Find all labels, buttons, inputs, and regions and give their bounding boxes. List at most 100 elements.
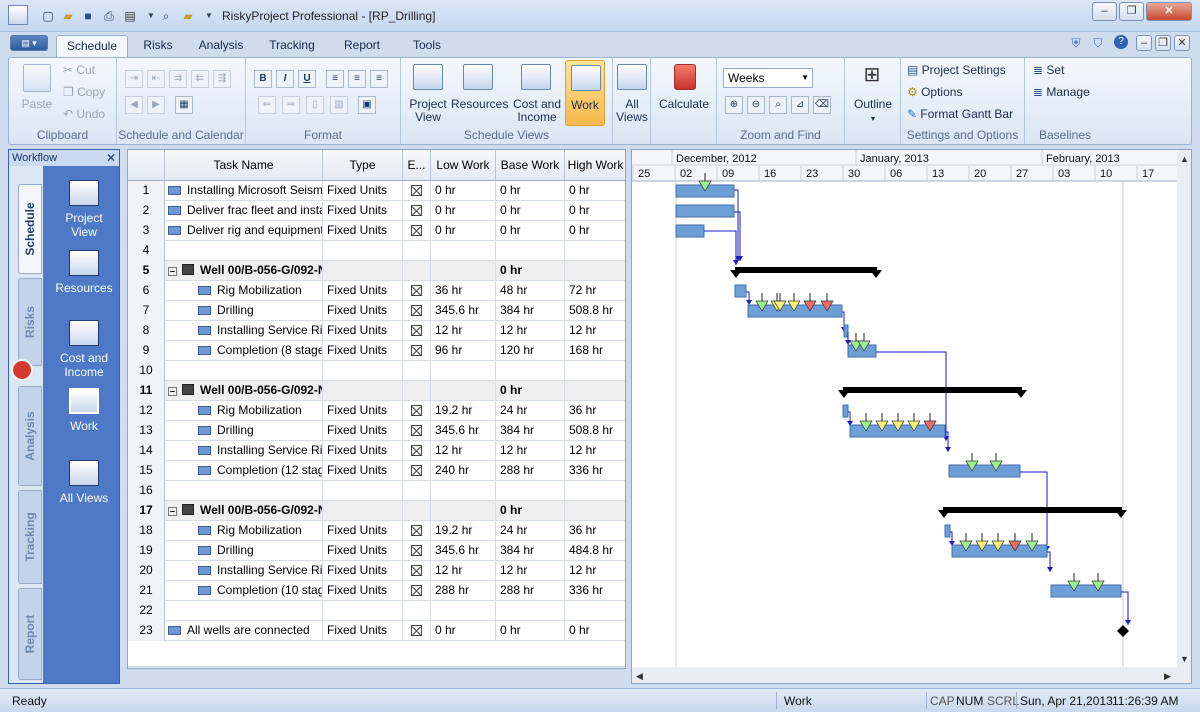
minimize-button[interactable]: – [1092, 2, 1117, 21]
checkbox-icon[interactable] [411, 525, 422, 536]
task-name-cell[interactable] [165, 241, 323, 261]
type-cell[interactable]: Fixed Units [323, 181, 403, 201]
arrow-left-icon[interactable]: ◀ [125, 96, 143, 114]
task-name-cell[interactable]: Deliver frac fleet and instal [165, 201, 323, 221]
type-cell[interactable]: Fixed Units [323, 201, 403, 221]
checkbox-icon[interactable] [411, 185, 422, 196]
base-work-cell[interactable]: 0 hr [496, 201, 565, 221]
checkbox-icon[interactable] [411, 305, 422, 316]
table-row[interactable]: 13 Drilling Fixed Units 345.6 hr 384 hr 508.8… [128, 421, 625, 441]
base-work-cell[interactable]: 12 hr [496, 321, 565, 341]
low-work-cell[interactable]: 12 hr [431, 321, 496, 341]
underline-icon[interactable]: U [298, 70, 316, 88]
summary-row[interactable]: 11– Well 00/B-056-G/092-N 0 hr [128, 381, 625, 401]
checkbox-icon[interactable] [411, 285, 422, 296]
indent-icon[interactable]: ⇥ [125, 70, 143, 88]
collapse-icon[interactable]: – [168, 267, 177, 276]
high-work-cell[interactable]: 12 hr [565, 561, 625, 581]
row-number[interactable]: 15 [128, 461, 165, 481]
row-number[interactable]: 21 [128, 581, 165, 601]
type-cell[interactable]: Fixed Units [323, 621, 403, 641]
type-cell[interactable] [323, 361, 403, 381]
table-row[interactable]: 2 Deliver frac fleet and instal Fixed Unit… [128, 201, 625, 221]
arrow-right-icon[interactable]: ▶ [147, 96, 165, 114]
task-name-cell[interactable] [165, 361, 323, 381]
table-row[interactable]: 23 All wells are connected Fixed Units 0 hr… [128, 621, 625, 641]
high-work-cell[interactable]: 508.8 hr [565, 301, 625, 321]
type-cell[interactable]: Fixed Units [323, 541, 403, 561]
high-work-cell[interactable]: 12 hr [565, 441, 625, 461]
checkbox-icon[interactable] [411, 465, 422, 476]
low-work-cell[interactable] [431, 501, 496, 521]
table-row[interactable]: 3 Deliver rig and equipment Fixed Units 0 h… [128, 221, 625, 241]
checkbox-icon[interactable] [411, 545, 422, 556]
tab-report[interactable]: Report [336, 35, 388, 57]
format-gantt-bar-button[interactable]: ✎ Format Gantt Bar [907, 108, 1013, 121]
row-number[interactable]: 22 [128, 601, 165, 621]
table-icon[interactable]: ▥ [330, 96, 348, 114]
folder-icon[interactable]: ▰ [180, 8, 196, 24]
base-work-cell[interactable]: 24 hr [496, 401, 565, 421]
tab-analysis[interactable]: Analysis [192, 35, 250, 57]
column-header-task-name[interactable]: Task Name [165, 150, 323, 181]
align-right-icon[interactable]: ≡ [370, 70, 388, 88]
task-name-cell[interactable]: Installing Service Rig [165, 561, 323, 581]
high-work-cell[interactable]: 12 hr [565, 321, 625, 341]
high-work-cell[interactable] [565, 261, 625, 281]
column-header-type[interactable]: Type [323, 150, 403, 181]
high-work-cell[interactable]: 0 hr [565, 201, 625, 221]
gantt-task-bar[interactable] [675, 204, 735, 218]
high-work-cell[interactable] [565, 501, 625, 521]
ribbon-restore-button[interactable]: ❐ [1155, 35, 1171, 51]
base-work-cell[interactable]: 24 hr [496, 521, 565, 541]
row-number[interactable]: 20 [128, 561, 165, 581]
effort-driven-cell[interactable] [403, 181, 431, 201]
low-work-cell[interactable] [431, 381, 496, 401]
vertical-scrollbar[interactable] [1177, 150, 1191, 667]
type-cell[interactable]: Fixed Units [323, 461, 403, 481]
workflow-all-views[interactable]: All Views [51, 460, 117, 505]
low-work-cell[interactable]: 240 hr [431, 461, 496, 481]
base-work-cell[interactable]: 384 hr [496, 421, 565, 441]
print-preview-icon[interactable]: ▤ [122, 8, 138, 24]
task-name-cell[interactable]: – Well 00/B-056-G/092-N [165, 501, 323, 521]
link-tasks-icon[interactable]: ⇉ [169, 70, 187, 88]
effort-driven-cell[interactable] [403, 261, 431, 281]
base-work-cell[interactable]: 12 hr [496, 441, 565, 461]
table-row[interactable]: 21 Completion (10 stage Fixed Units 288 hr 2… [128, 581, 625, 601]
low-work-cell[interactable]: 96 hr [431, 341, 496, 361]
low-work-cell[interactable] [431, 241, 496, 261]
align-center-icon[interactable]: ≡ [348, 70, 366, 88]
save-icon[interactable]: ■ [80, 8, 96, 24]
row-number[interactable]: 14 [128, 441, 165, 461]
high-work-cell[interactable]: 336 hr [565, 461, 625, 481]
eraser-icon[interactable]: ⌫ [813, 96, 831, 114]
base-work-cell[interactable] [496, 601, 565, 621]
checkbox-icon[interactable] [411, 425, 422, 436]
checkbox-icon[interactable] [411, 585, 422, 596]
calculator-icon[interactable] [11, 359, 33, 381]
checkbox-icon[interactable] [411, 445, 422, 456]
base-work-cell[interactable]: 0 hr [496, 261, 565, 281]
base-work-cell[interactable] [496, 481, 565, 501]
row-number[interactable]: 10 [128, 361, 165, 381]
cut-button[interactable]: ✂ Cut [63, 64, 95, 77]
table-row[interactable]: 19 Drilling Fixed Units 345.6 hr 384 hr 484.8… [128, 541, 625, 561]
high-work-cell[interactable]: 36 hr [565, 521, 625, 541]
low-work-cell[interactable] [431, 361, 496, 381]
high-work-cell[interactable] [565, 241, 625, 261]
table-row[interactable]: 10 [128, 361, 625, 381]
low-work-cell[interactable]: 12 hr [431, 561, 496, 581]
effort-driven-cell[interactable] [403, 241, 431, 261]
gantt-task-bar[interactable] [843, 324, 849, 338]
row-number[interactable]: 7 [128, 301, 165, 321]
low-work-cell[interactable]: 0 hr [431, 621, 496, 641]
row-number[interactable]: 19 [128, 541, 165, 561]
high-work-cell[interactable]: 508.8 hr [565, 421, 625, 441]
row-number[interactable]: 17 [128, 501, 165, 521]
effort-driven-cell[interactable] [403, 401, 431, 421]
task-name-cell[interactable]: Deliver rig and equipment [165, 221, 323, 241]
type-cell[interactable]: Fixed Units [323, 281, 403, 301]
time-scale-select[interactable]: Weeks ▼ [723, 68, 813, 88]
low-work-cell[interactable]: 288 hr [431, 581, 496, 601]
